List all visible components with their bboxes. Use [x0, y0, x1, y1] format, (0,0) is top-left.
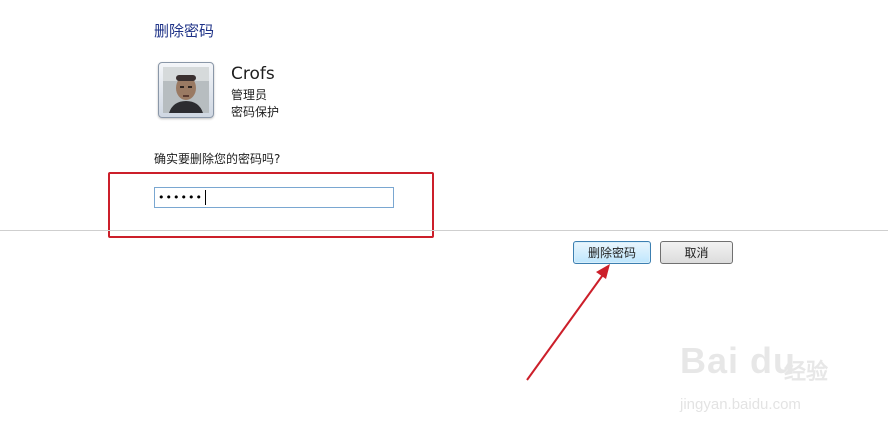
- watermark-url: jingyan.baidu.com: [680, 396, 801, 413]
- watermark-service: 经验: [784, 360, 829, 385]
- annotation-arrow-line: [526, 271, 606, 381]
- watermark-brand: Bai du: [680, 340, 797, 381]
- annotation-arrowhead: [596, 264, 610, 279]
- watermark: Bai du 经验 jingyan.baidu.com: [680, 340, 880, 420]
